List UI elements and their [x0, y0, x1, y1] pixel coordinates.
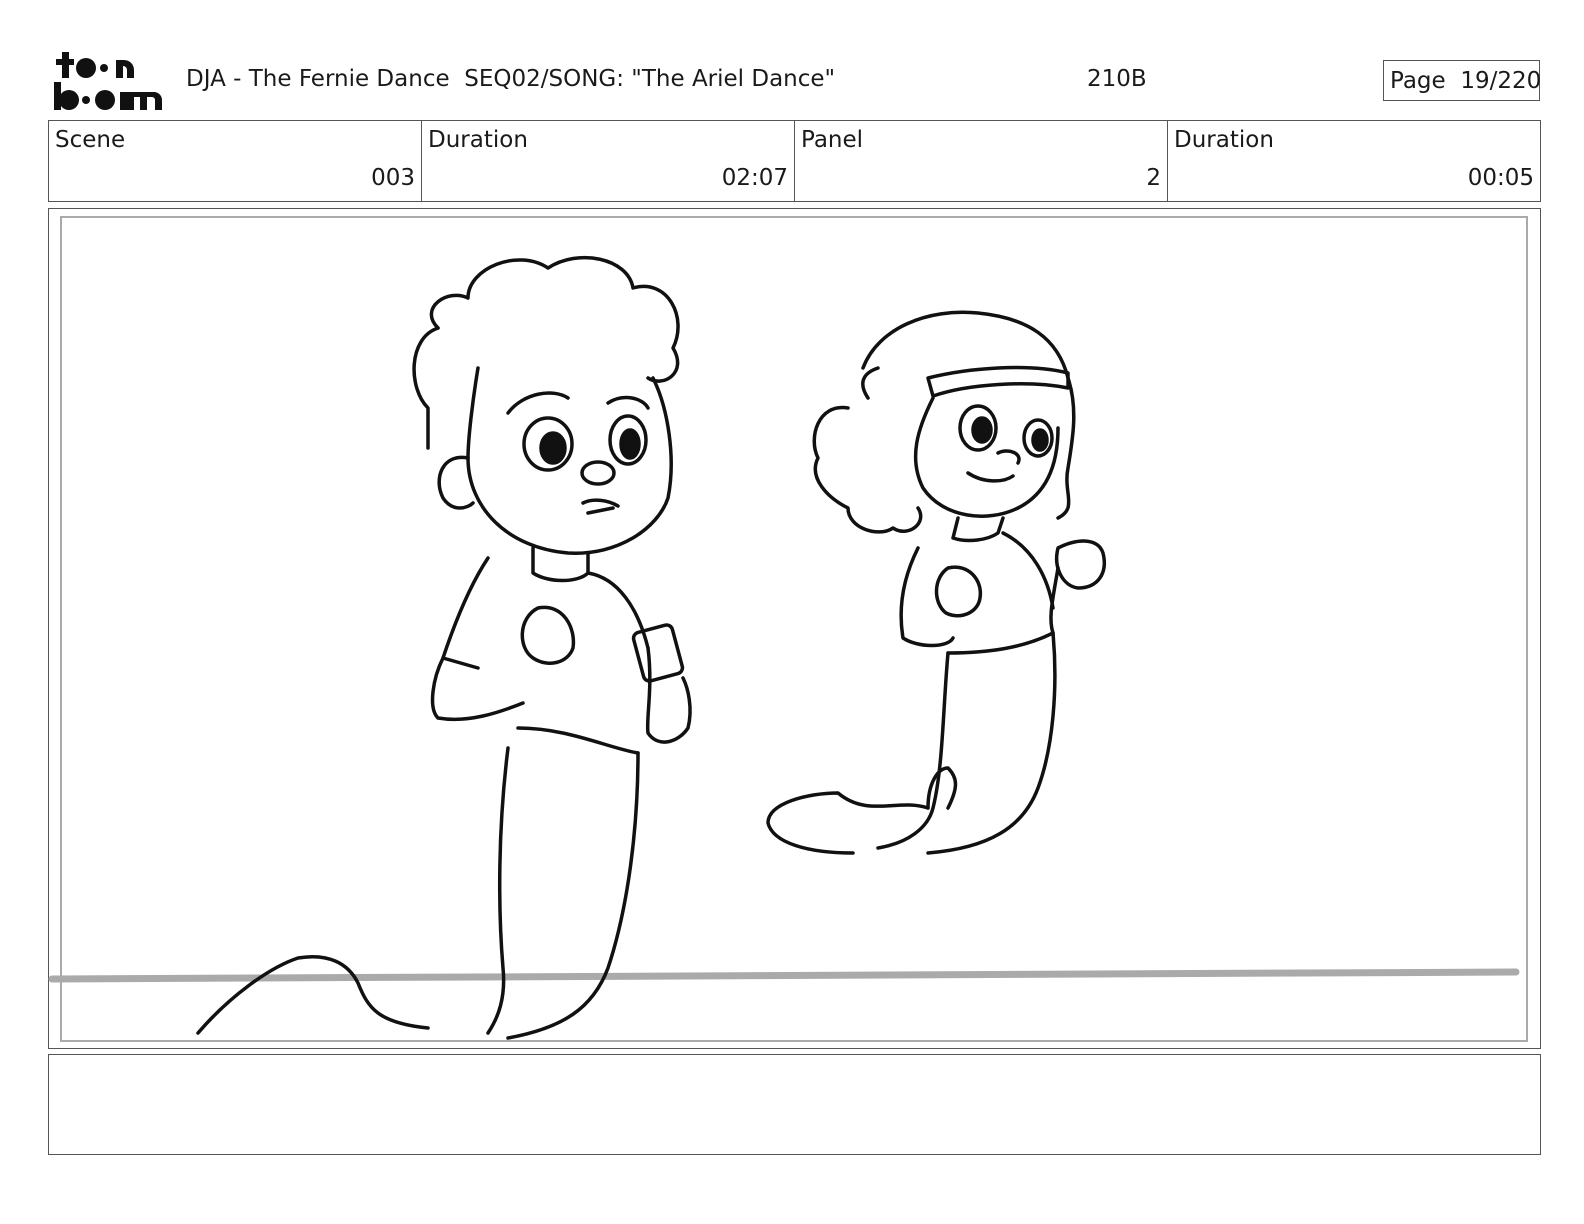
sheet-id: 210B [1087, 66, 1147, 92]
panel-value: 2 [1146, 165, 1161, 191]
panel-label: Panel [801, 127, 864, 153]
panel-duration-value: 00:05 [1467, 165, 1534, 191]
scene-cell: Scene 003 [49, 121, 422, 201]
boy-character [196, 255, 692, 1040]
scene-duration-label: Duration [428, 127, 528, 153]
ground-line [48, 968, 1520, 983]
storyboard-sketch [48, 255, 1520, 1040]
scene-duration-cell: Duration 02:07 [422, 121, 795, 201]
page-indicator: Page 19/220 [1383, 60, 1542, 101]
scene-value: 003 [371, 165, 415, 191]
panel-duration-cell: Duration 00:05 [1168, 121, 1540, 201]
page-label: Page [1390, 67, 1446, 94]
scene-duration-value: 02:07 [721, 165, 788, 191]
project-title: DJA - The Fernie Dance SEQ02/SONG: "The … [186, 66, 836, 92]
page-number: 19/220 [1460, 67, 1542, 94]
panel-notes [48, 1054, 1541, 1155]
panel-info-row: Scene 003 Duration 02:07 Panel 2 Duratio… [48, 120, 1541, 202]
girl-character [766, 310, 1106, 855]
panel-duration-label: Duration [1174, 127, 1274, 153]
scene-label: Scene [55, 127, 126, 153]
toon-boom-logo [54, 52, 162, 110]
panel-cell: Panel 2 [795, 121, 1168, 201]
